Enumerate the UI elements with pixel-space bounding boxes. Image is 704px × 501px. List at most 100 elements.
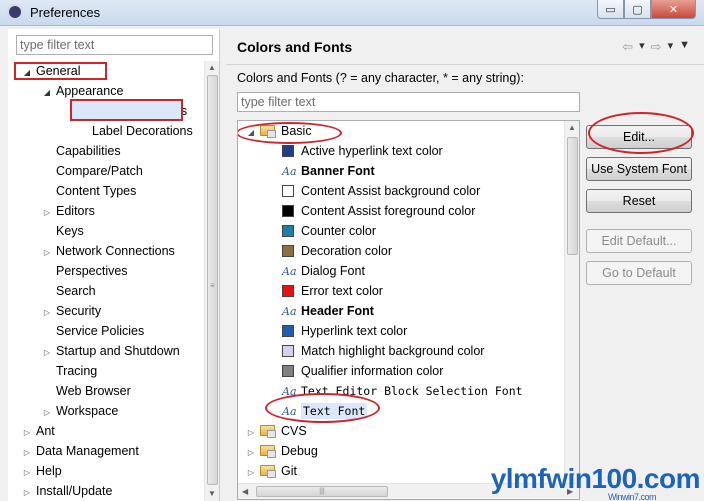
nav-item-data-management[interactable]: ▷ Data Management	[22, 441, 139, 461]
colors-filter-input[interactable]: type filter text	[237, 92, 580, 112]
collapsed-arrow-icon[interactable]: ▷	[42, 343, 52, 363]
nav-item-label: Help	[36, 464, 62, 478]
collapsed-arrow-icon[interactable]: ▷	[246, 463, 256, 483]
tree-item-error-text-color[interactable]: Error text color	[282, 281, 383, 301]
tree-item-label: Counter color	[301, 224, 377, 238]
tree-item-cvs[interactable]: ▷ CVS	[246, 421, 307, 441]
nav-item-label: Install/Update	[36, 484, 113, 498]
nav-item-appearance[interactable]: ◢ Appearance	[42, 81, 124, 103]
nav-item-perspectives[interactable]: Perspectives	[42, 261, 128, 281]
scroll-down-arrow-icon[interactable]: ▼	[208, 489, 216, 498]
nav-filter-input[interactable]: type filter text	[16, 35, 213, 55]
collapsed-arrow-icon[interactable]: ▷	[22, 483, 32, 501]
reset-button[interactable]: Reset	[586, 189, 692, 213]
tree-item-match-highlight-background-color[interactable]: Match highlight background color	[282, 341, 484, 361]
expanded-arrow-icon[interactable]: ◢	[42, 83, 52, 103]
collapsed-arrow-icon[interactable]: ▷	[42, 243, 52, 263]
nav-item-install-update[interactable]: ▷ Install/Update	[22, 481, 113, 501]
window-title: Preferences	[30, 5, 101, 20]
scroll-up-arrow-icon[interactable]: ▲	[208, 63, 216, 72]
nav-item-label-decorations[interactable]: Label Decorations	[78, 121, 193, 141]
nav-item-label: Compare/Patch	[56, 164, 143, 178]
eclipse-app-icon	[7, 4, 23, 20]
collapsed-arrow-icon[interactable]: ▷	[22, 423, 32, 443]
use-system-font-button[interactable]: Use System Font	[586, 157, 692, 181]
tree-item-label: Active hyperlink text color	[301, 144, 443, 158]
tree-item-banner-font[interactable]: Aa Banner Font	[282, 161, 375, 181]
nav-item-label: Data Management	[36, 444, 139, 458]
folder-icon	[260, 465, 276, 478]
scroll-up-arrow-icon[interactable]: ▲	[568, 123, 576, 132]
nav-item-help[interactable]: ▷ Help	[22, 461, 62, 481]
nav-vertical-scrollbar[interactable]: ▲ ≡ ▼	[204, 61, 219, 501]
nav-item-security[interactable]: ▷ Security	[42, 301, 101, 321]
collapsed-arrow-icon[interactable]: ▷	[42, 203, 52, 223]
nav-item-label: Ant	[36, 424, 55, 438]
go-to-default-button[interactable]: Go to Default	[586, 261, 692, 285]
header-divider	[226, 64, 704, 65]
tree-item-decoration-color[interactable]: Decoration color	[282, 241, 392, 261]
tree-item-qualifier-information-color[interactable]: Qualifier information color	[282, 361, 443, 381]
tree-item-counter-color[interactable]: Counter color	[282, 221, 376, 241]
forward-dropdown-icon[interactable]: ▾	[668, 39, 674, 55]
tree-item-content-assist-background-color[interactable]: Content Assist background color	[282, 181, 480, 201]
nav-item-ant[interactable]: ▷ Ant	[22, 421, 55, 441]
tree-item-hyperlink-text-color[interactable]: Hyperlink text color	[282, 321, 407, 341]
nav-item-content-types[interactable]: Content Types	[42, 181, 136, 201]
color-swatch-icon	[282, 245, 294, 257]
back-dropdown-icon[interactable]: ▾	[639, 39, 645, 55]
nav-item-network-connections[interactable]: ▷ Network Connections	[42, 241, 175, 261]
watermark-subtext: Winwin7.com	[607, 492, 657, 501]
tree-item-label: Hyperlink text color	[301, 324, 408, 338]
tree-vertical-scrollbar[interactable]: ▲ ▼	[564, 121, 579, 484]
nav-item-capabilities[interactable]: Capabilities	[42, 141, 121, 161]
nav-item-label: Appearance	[56, 84, 124, 98]
tree-item-label: Error text color	[301, 284, 383, 298]
nav-scroll-thumb[interactable]: ≡	[207, 75, 218, 485]
edit-default-button[interactable]: Edit Default...	[586, 229, 692, 253]
tree-item-label: Debug	[281, 444, 318, 458]
nav-item-tracing[interactable]: Tracing	[42, 361, 97, 381]
nav-item-workspace[interactable]: ▷ Workspace	[42, 401, 118, 421]
back-arrow-icon[interactable]: ⇦	[622, 39, 633, 55]
tree-scroll-thumb[interactable]	[567, 137, 578, 255]
tree-item-header-font[interactable]: Aa Header Font	[282, 301, 374, 321]
scroll-left-arrow-icon[interactable]: ◀	[242, 487, 248, 496]
nav-item-label: Content Types	[56, 184, 137, 198]
tree-item-label: CVS	[281, 424, 307, 438]
nav-item-search[interactable]: Search	[42, 281, 96, 301]
nav-item-compare-patch[interactable]: Compare/Patch	[42, 161, 143, 181]
view-menu-icon[interactable]: ▼	[679, 39, 690, 55]
font-icon: Aa	[282, 265, 297, 278]
nav-item-web-browser[interactable]: Web Browser	[42, 381, 131, 401]
close-button[interactable]: ✕	[651, 0, 696, 19]
colors-fonts-page: Colors and Fonts ⇦ ▾ ⇨ ▾ ▼ Colors and Fo…	[226, 29, 704, 501]
nav-item-label: Perspectives	[56, 264, 128, 278]
tree-hscroll-thumb[interactable]: |||	[256, 486, 388, 497]
tree-item-dialog-font[interactable]: Aa Dialog Font	[282, 261, 365, 281]
collapsed-arrow-icon[interactable]: ▷	[22, 463, 32, 483]
nav-item-keys[interactable]: Keys	[42, 221, 84, 241]
collapsed-arrow-icon[interactable]: ▷	[246, 443, 256, 463]
tree-item-git[interactable]: ▷ Git	[246, 461, 297, 481]
nav-item-service-policies[interactable]: Service Policies	[42, 321, 144, 341]
tree-item-debug[interactable]: ▷ Debug	[246, 441, 318, 461]
title-bar: Preferences ▭ ▢ ✕	[0, 0, 704, 26]
collapsed-arrow-icon[interactable]: ▷	[42, 303, 52, 323]
color-swatch-icon	[282, 225, 294, 237]
maximize-button[interactable]: ▢	[624, 0, 651, 19]
collapsed-arrow-icon[interactable]: ▷	[42, 403, 52, 423]
colors-fonts-tree: ◢ Basic Active hyperlink text color Aa Banne…	[237, 120, 580, 500]
tree-item-active-hyperlink-text-color[interactable]: Active hyperlink text color	[282, 141, 443, 161]
collapsed-arrow-icon[interactable]: ▷	[22, 443, 32, 463]
tree-item-content-assist-foreground-color[interactable]: Content Assist foreground color	[282, 201, 475, 221]
annotation-ellipse-basic	[238, 122, 342, 144]
nav-item-startup-and-shutdown[interactable]: ▷ Startup and Shutdown	[42, 341, 180, 361]
nav-item-label: Web Browser	[56, 384, 131, 398]
tree-item-label: Content Assist foreground color	[301, 204, 476, 218]
tree-item-label: Git	[281, 464, 297, 478]
minimize-button[interactable]: ▭	[597, 0, 624, 19]
forward-arrow-icon[interactable]: ⇨	[651, 39, 662, 55]
collapsed-arrow-icon[interactable]: ▷	[246, 423, 256, 443]
nav-item-editors[interactable]: ▷ Editors	[42, 201, 95, 221]
